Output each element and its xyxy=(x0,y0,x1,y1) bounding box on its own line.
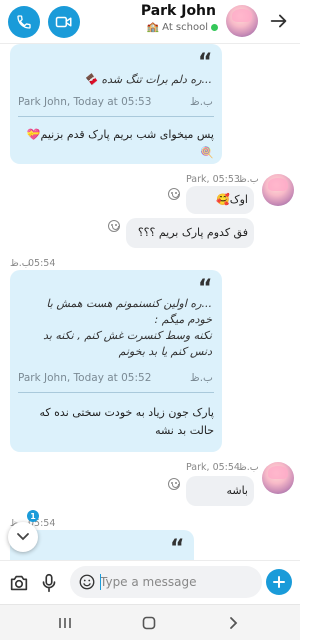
recent-apps-icon xyxy=(59,618,71,628)
chat-header: Park John 🏫 At school xyxy=(0,0,300,44)
message-bubble[interactable]: باشه xyxy=(186,476,254,506)
message-text: فق کدوم پارک بریم ؟؟؟ xyxy=(137,226,248,239)
phone-icon xyxy=(17,15,31,29)
quote-mark-icon: “ xyxy=(170,536,185,560)
quoted-text: ...ره دلم برات تنگ شده 🍫 xyxy=(84,73,212,86)
plus-icon xyxy=(273,576,285,588)
system-navigation-bar xyxy=(0,604,300,640)
forward-icon[interactable] xyxy=(268,10,290,32)
message-bubble[interactable]: فق کدوم پارک بریم ؟؟؟ xyxy=(126,218,254,248)
emoji-icon[interactable] xyxy=(78,573,96,591)
contact-avatar[interactable] xyxy=(262,462,294,494)
message-time: 05:54 xyxy=(28,258,56,269)
text-caret xyxy=(100,574,101,590)
add-reaction-icon[interactable] xyxy=(108,220,120,232)
add-reaction-icon[interactable] xyxy=(168,188,180,200)
video-call-button[interactable] xyxy=(48,6,80,38)
camera-icon[interactable] xyxy=(8,572,30,594)
message-text: اوک🥰 xyxy=(216,193,248,206)
message-list[interactable]: “ ...ره دلم برات تنگ شده 🍫 Park John, To… xyxy=(0,44,300,560)
contact-status: 🏫 At school xyxy=(147,22,218,33)
add-attachment-button[interactable] xyxy=(266,569,292,595)
quote-mark-icon: “ xyxy=(198,50,213,75)
back-button[interactable] xyxy=(222,613,244,633)
message-bubble[interactable]: “ ...ره دلم برات تنگ شده 🍫 Park John, To… xyxy=(10,44,222,164)
unread-count-badge: 1 xyxy=(27,510,39,522)
recent-apps-button[interactable] xyxy=(54,613,76,633)
message-bubble[interactable]: اوک🥰 xyxy=(186,186,254,214)
quote-time-suffix: ب.ظ xyxy=(190,372,213,384)
home-icon xyxy=(142,616,156,630)
back-chevron-icon xyxy=(230,617,238,629)
message-text: باشه xyxy=(226,484,248,497)
audio-call-button[interactable] xyxy=(8,6,40,38)
message-input-container[interactable] xyxy=(70,566,262,598)
status-text: At school xyxy=(162,22,208,33)
chevron-down-icon xyxy=(17,533,29,541)
quote-divider xyxy=(18,116,214,117)
message-meta-suffix: ب.ظ xyxy=(238,174,259,185)
message-meta-suffix: ب.ظ xyxy=(238,462,259,473)
quoted-text-line: ...ره اولین کنسنمونم هست همش با xyxy=(46,297,212,310)
school-emoji: 🏫 xyxy=(146,22,160,33)
message-text: پس میخوای شب بریم پارک قدم بزنیم💝🍭 xyxy=(26,128,214,159)
contact-avatar[interactable] xyxy=(262,174,294,206)
message-meta: Park, 05:54 xyxy=(186,462,240,473)
message-text-line: حالت بد نشه xyxy=(155,424,214,437)
contact-name[interactable]: Park John xyxy=(141,3,216,19)
add-reaction-icon[interactable] xyxy=(168,478,180,490)
microphone-icon[interactable] xyxy=(38,572,60,594)
quoted-text-line: نکنه وسط کنسرت غش کنم , نکنه بد xyxy=(43,329,212,342)
scroll-to-bottom-button[interactable] xyxy=(8,522,38,552)
home-button[interactable] xyxy=(138,613,160,633)
quote-divider xyxy=(18,392,214,393)
quote-author-time: Park John, Today at 05:53 xyxy=(18,96,152,108)
message-meta: Park, 05:53 xyxy=(186,174,240,185)
contact-avatar[interactable] xyxy=(226,5,258,37)
message-text-line: پارک جون زیاد به خودت سختی نده که xyxy=(39,406,214,419)
quoted-text-line: خودم میگم : xyxy=(154,313,213,326)
message-composer xyxy=(0,560,300,604)
online-indicator xyxy=(211,24,218,31)
quote-author-time: Park John, Today at 05:52 xyxy=(18,372,152,384)
message-bubble[interactable]: “ ...ره اولین کنسنمونم هست همش با خودم م… xyxy=(10,270,222,452)
video-camera-icon xyxy=(55,16,72,28)
quoted-text-line: دنس کنم یا بد بخونم xyxy=(118,345,212,358)
quote-time-suffix: ب.ظ xyxy=(190,96,213,108)
message-input[interactable] xyxy=(100,571,256,593)
